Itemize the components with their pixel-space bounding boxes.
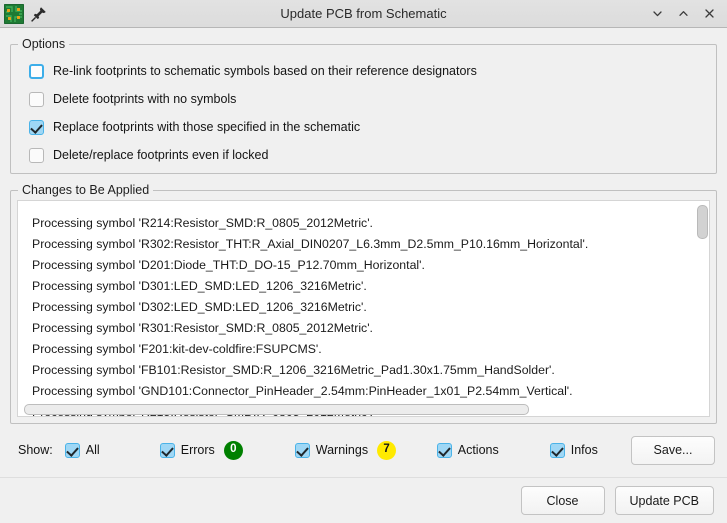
filter-all[interactable]: All: [64, 442, 160, 458]
filter-actions[interactable]: Actions: [436, 442, 550, 458]
filter-warnings-checkbox[interactable]: [294, 442, 310, 458]
filter-errors[interactable]: Errors 0: [159, 440, 295, 460]
delete-replace-locked-checkbox[interactable]: [29, 147, 44, 163]
option-label: Delete footprints with no symbols: [53, 92, 237, 106]
window-title: Update PCB from Schematic: [280, 6, 447, 21]
list-item: Processing symbol 'D301:LED_SMD:LED_1206…: [32, 279, 367, 293]
options-list: Re-link footprints to schematic symbols …: [11, 45, 716, 169]
changes-listbox[interactable]: Processing symbol 'R214:Resistor_SMD:R_0…: [17, 200, 710, 417]
filter-warnings[interactable]: Warnings 7: [294, 440, 437, 460]
warnings-count-badge: 7: [377, 440, 397, 460]
chevron-up-icon: [678, 11, 688, 16]
list-item: Processing symbol 'R301:Resistor_SMD:R_0…: [32, 321, 373, 335]
filter-infos-checkbox[interactable]: [549, 442, 565, 458]
title-bar: Update PCB from Schematic: [0, 0, 727, 28]
filter-label: Actions: [457, 443, 499, 457]
save-button[interactable]: Save...: [631, 435, 715, 465]
minimize-button[interactable]: [645, 3, 669, 25]
changes-log: Processing symbol 'R214:Resistor_SMD:R_0…: [18, 201, 709, 416]
filter-label: Infos: [570, 443, 598, 457]
filter-all-checkbox[interactable]: [64, 442, 80, 458]
option-label: Re-link footprints to schematic symbols …: [53, 64, 477, 78]
filter-label: Warnings: [315, 443, 369, 457]
relink-footprints-checkbox[interactable]: [29, 63, 44, 79]
replace-footprints-checkbox[interactable]: [29, 119, 44, 135]
close-dialog-button[interactable]: Close: [520, 486, 605, 515]
dialog-footer: Close Update PCB: [0, 477, 727, 523]
pcb-board-icon: [4, 3, 24, 24]
options-group: Options Re-link footprints to schematic …: [10, 37, 717, 174]
title-bar-left-icons: [0, 3, 48, 24]
filter-errors-checkbox[interactable]: [159, 442, 175, 458]
list-item: Processing symbol 'D201:Diode_THT:D_DO-1…: [32, 258, 425, 272]
pushpin-icon[interactable]: [30, 5, 48, 23]
list-item: Processing symbol 'R214:Resistor_SMD:R_0…: [32, 216, 373, 230]
options-legend: Options: [18, 37, 70, 51]
delete-footprints-checkbox[interactable]: [29, 91, 44, 107]
maximize-button[interactable]: [671, 3, 695, 25]
list-item: Processing symbol 'R302:Resistor_THT:R_A…: [32, 237, 589, 251]
show-label: Show:: [18, 443, 53, 457]
filter-label: All: [85, 443, 100, 457]
errors-count-badge: 0: [223, 440, 243, 460]
changes-legend: Changes to Be Applied: [18, 183, 154, 197]
option-delete-footprints-no-symbols[interactable]: Delete footprints with no symbols: [29, 85, 716, 113]
option-replace-footprints[interactable]: Replace footprints with those specified …: [29, 113, 716, 141]
option-label: Delete/replace footprints even if locked: [53, 148, 269, 162]
dialog-content: Options Re-link footprints to schematic …: [0, 37, 727, 467]
list-item: Processing symbol 'FB101:Resistor_SMD:R_…: [32, 363, 555, 377]
filter-label: Errors: [180, 443, 215, 457]
list-item: Processing symbol 'D302:LED_SMD:LED_1206…: [32, 300, 367, 314]
window-controls: [645, 3, 727, 25]
close-button[interactable]: [697, 3, 721, 25]
close-x-icon: [704, 9, 714, 18]
changes-horizontal-scrollbar[interactable]: [24, 403, 529, 415]
update-pcb-button[interactable]: Update PCB: [614, 486, 714, 515]
list-item: Processing symbol 'F201:kit-dev-coldfire…: [32, 342, 322, 356]
scrollbar-thumb-vertical[interactable]: [697, 205, 708, 239]
changes-group: Changes to Be Applied Processing symbol …: [10, 183, 717, 424]
scrollbar-thumb-horizontal[interactable]: [24, 404, 529, 415]
list-item: Processing symbol 'GND101:Connector_PinH…: [32, 384, 573, 398]
changes-vertical-scrollbar[interactable]: [696, 205, 708, 412]
option-label: Replace footprints with those specified …: [53, 120, 361, 134]
filter-actions-checkbox[interactable]: [436, 442, 452, 458]
chevron-down-icon: [652, 11, 662, 17]
option-delete-replace-locked[interactable]: Delete/replace footprints even if locked: [29, 141, 716, 169]
show-filters-row: Show: All Errors 0 Warnings 7 Actions In…: [10, 433, 717, 467]
option-relink-footprints[interactable]: Re-link footprints to schematic symbols …: [29, 57, 716, 85]
filter-infos[interactable]: Infos: [549, 442, 598, 458]
update-pcb-dialog: Update PCB from Schematic Options Re-lin…: [0, 0, 727, 523]
